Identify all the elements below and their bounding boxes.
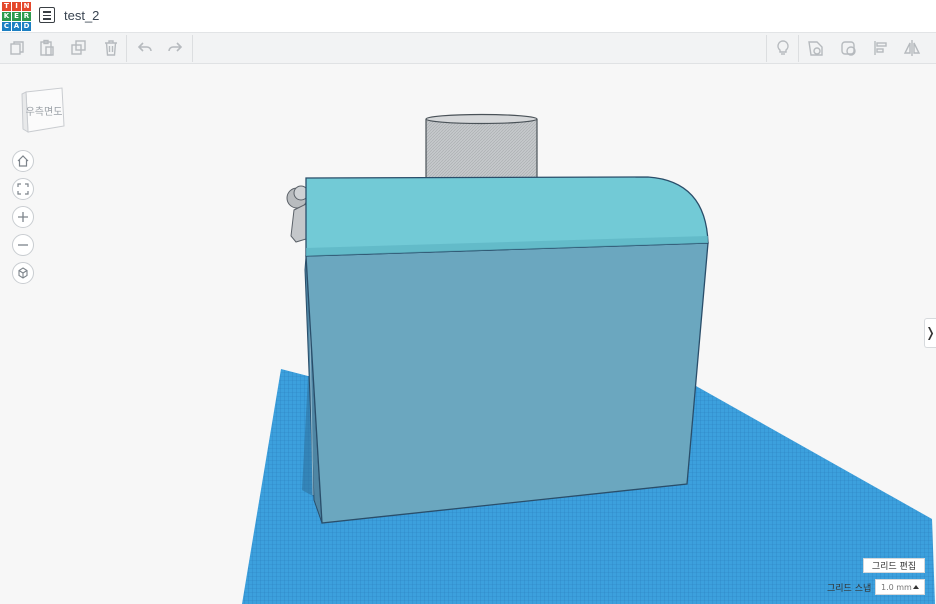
toolbar-divider bbox=[766, 35, 767, 62]
logo-letter: T bbox=[2, 2, 11, 11]
tinkercad-editor: TIN KER CAD test_2 우측면도 ❭ 그리드 편집 그리드 스냅 1.… bbox=[0, 0, 936, 604]
perspective-icon bbox=[18, 267, 28, 279]
undo-icon[interactable] bbox=[134, 37, 156, 59]
delete-icon[interactable] bbox=[100, 37, 122, 59]
logo-letter: K bbox=[2, 12, 11, 21]
edit-grid-button[interactable]: 그리드 편집 bbox=[863, 558, 925, 573]
zoom-out-icon bbox=[18, 244, 28, 246]
logo-letter: D bbox=[22, 22, 31, 31]
logo-letter: E bbox=[12, 12, 21, 21]
logo-letter: R bbox=[22, 12, 31, 21]
zoom-in-button[interactable] bbox=[12, 206, 34, 228]
mirror-icon[interactable] bbox=[901, 37, 923, 59]
paste-icon[interactable] bbox=[36, 37, 58, 59]
design-title[interactable]: test_2 bbox=[64, 8, 99, 23]
logo-letter: N bbox=[22, 2, 31, 11]
snap-grid-label: 그리드 스냅 bbox=[827, 584, 872, 594]
3d-viewport[interactable]: 우측면도 ❭ 그리드 편집 그리드 스냅 1.0 mm bbox=[0, 64, 936, 604]
logo-letter: C bbox=[2, 22, 11, 31]
logo-letter: A bbox=[12, 22, 21, 31]
align-icon[interactable] bbox=[870, 37, 892, 59]
zoom-in-icon bbox=[18, 212, 28, 222]
tinkercad-logo[interactable]: TIN KER CAD bbox=[2, 2, 31, 31]
shape-hole-icon[interactable] bbox=[838, 37, 860, 59]
side-shape[interactable] bbox=[286, 185, 309, 243]
panel-toggle-button[interactable]: ❭ bbox=[924, 318, 936, 348]
scene-canvas[interactable] bbox=[0, 64, 936, 604]
view-cube-face-label: 우측면도 bbox=[25, 107, 63, 118]
fit-view-icon bbox=[17, 183, 29, 195]
toolbar-divider bbox=[798, 35, 799, 62]
logo-letter: I bbox=[12, 2, 21, 11]
light-bulb-icon[interactable] bbox=[772, 37, 794, 59]
edit-toolbar bbox=[0, 33, 936, 64]
top-bar: TIN KER CAD test_2 bbox=[0, 0, 936, 33]
redo-icon[interactable] bbox=[164, 37, 186, 59]
fit-view-button[interactable] bbox=[12, 178, 34, 200]
home-view-icon bbox=[17, 155, 29, 167]
zoom-out-button[interactable] bbox=[12, 234, 34, 256]
duplicate-icon[interactable] bbox=[68, 37, 90, 59]
toolbar-divider bbox=[192, 35, 193, 62]
shape-solid-icon[interactable] bbox=[805, 37, 827, 59]
design-list-icon[interactable] bbox=[39, 7, 55, 23]
cylinder-shape[interactable] bbox=[425, 113, 538, 180]
copy-icon[interactable] bbox=[6, 37, 28, 59]
perspective-button[interactable] bbox=[12, 262, 34, 284]
toolbar-divider bbox=[126, 35, 127, 62]
box-front-face[interactable] bbox=[305, 242, 709, 524]
home-view-button[interactable] bbox=[12, 150, 34, 172]
caret-up-icon bbox=[913, 585, 919, 589]
snap-grid-select[interactable]: 1.0 mm bbox=[875, 579, 925, 595]
snap-grid-value: 1.0 mm bbox=[881, 582, 912, 592]
view-cube[interactable]: 우측면도 bbox=[20, 86, 68, 136]
